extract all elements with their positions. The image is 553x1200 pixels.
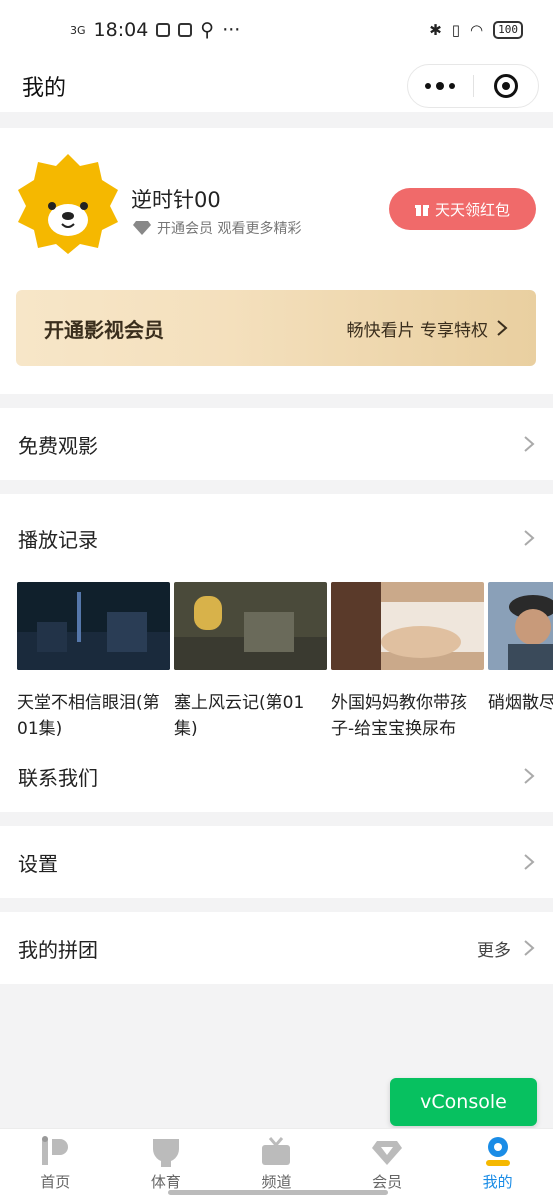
home-icon (42, 1136, 69, 1165)
history-title: 外国妈妈教你带孩子-给宝宝换尿布 (331, 693, 467, 739)
history-section: 播放记录 天堂不相信眼泪(第01集) 塞上风云记(第01集) 外国妈妈教你带孩子… (0, 494, 553, 742)
diamond-icon (372, 1141, 403, 1165)
network-indicator: 3G (70, 23, 86, 37)
vip-banner[interactable]: 开通影视会员 畅快看片 专享特权 (16, 290, 536, 366)
status-bar: 3G 18:04 ⚲ ··· ✱ ▯ ◠ 100 (0, 0, 553, 60)
group-buy-more-link[interactable]: 更多 (477, 936, 535, 961)
chevron-right-icon (524, 854, 535, 870)
target-icon (493, 74, 518, 98)
redpack-button[interactable]: 天天领红包 (389, 188, 536, 230)
history-title: 天堂不相信眼泪(第01集) (17, 693, 160, 739)
vip-hint[interactable]: 开通会员 观看更多精彩 (133, 218, 301, 238)
menu-label-contact: 联系我们 (18, 765, 98, 790)
tab-mine[interactable]: 我的 (442, 1129, 553, 1200)
chevron-right-icon (497, 320, 508, 336)
tab-home[interactable]: 首页 (0, 1129, 111, 1200)
history-thumbnail (17, 582, 170, 670)
diamond-icon (133, 221, 151, 235)
redpack-label: 天天领红包 (434, 200, 510, 219)
tab-label: 频道 (261, 1173, 292, 1191)
history-item[interactable]: 硝烟散尽 (488, 582, 553, 716)
history-thumbnail (331, 582, 484, 670)
menu-row-history[interactable]: 播放记录 (0, 494, 553, 582)
vip-banner-desc: 畅快看片 专享特权 (347, 316, 508, 341)
status-time: 18:04 (93, 19, 149, 41)
gift-icon (414, 205, 429, 216)
menu-label-settings: 设置 (18, 851, 58, 876)
tab-label: 首页 (40, 1173, 71, 1191)
more-menu-button[interactable] (408, 65, 473, 107)
avatar[interactable] (16, 152, 120, 256)
menu-row-contact[interactable]: 联系我们 (0, 740, 553, 812)
menu-label-group-buy: 我的拼团 (18, 937, 98, 962)
tab-label: 我的 (482, 1173, 513, 1191)
home-indicator (168, 1190, 388, 1195)
sports-icon (152, 1139, 179, 1167)
menu-row-group-buy[interactable]: 我的拼团 更多 (0, 912, 553, 984)
history-item[interactable]: 外国妈妈教你带孩子-给宝宝换尿布 (331, 582, 484, 742)
tab-label: 体育 (150, 1173, 181, 1191)
wifi-icon: ◠ (470, 21, 484, 39)
chevron-right-icon (524, 436, 535, 452)
menu-row-settings[interactable]: 设置 (0, 826, 553, 898)
menu-label-free-movies: 免费观影 (18, 433, 98, 458)
bluetooth-icon: ✱ (429, 21, 442, 39)
close-mini-program-button[interactable] (474, 65, 539, 107)
history-title: 硝烟散尽 (488, 693, 553, 713)
menu-row-free-movies[interactable]: 免费观影 (0, 408, 553, 480)
chevron-right-icon (524, 768, 535, 784)
history-list[interactable]: 天堂不相信眼泪(第01集) 塞上风云记(第01集) 外国妈妈教你带孩子-给宝宝换… (17, 582, 553, 742)
history-thumbnail (174, 582, 327, 670)
vip-hint-text: 开通会员 观看更多精彩 (157, 221, 302, 237)
user-icon (485, 1137, 510, 1166)
tv-channel-icon (262, 1137, 291, 1165)
vconsole-button[interactable]: vConsole (390, 1078, 537, 1126)
vip-banner-desc-text: 畅快看片 专享特权 (346, 320, 488, 341)
username: 逆时针00 (131, 188, 221, 212)
chevron-right-icon (524, 530, 535, 546)
mini-program-capsule (407, 64, 539, 108)
group-buy-more-label: 更多 (477, 940, 511, 961)
battery-icon: 100 (493, 21, 523, 39)
page-title: 我的 (22, 76, 67, 101)
history-title: 塞上风云记(第01集) (174, 693, 305, 739)
history-thumbnail (488, 582, 553, 670)
app-notification-icon (178, 23, 193, 37)
status-more: ··· (222, 19, 241, 41)
notification-icon (156, 23, 171, 37)
vip-banner-title: 开通影视会员 (44, 317, 164, 342)
chevron-right-icon (524, 940, 535, 956)
history-item[interactable]: 塞上风云记(第01集) (174, 582, 327, 742)
history-item[interactable]: 天堂不相信眼泪(第01集) (17, 582, 170, 742)
profile-card: 逆时针00 开通会员 观看更多精彩 天天领红包 开通影视会员 畅快看片 专享特权 (0, 128, 553, 394)
tab-label: 会员 (372, 1173, 403, 1191)
usb-icon: ⚲ (200, 19, 215, 41)
nav-header: 我的 (0, 60, 553, 112)
menu-label-history: 播放记录 (18, 527, 98, 552)
vibrate-icon: ▯ (451, 21, 461, 39)
